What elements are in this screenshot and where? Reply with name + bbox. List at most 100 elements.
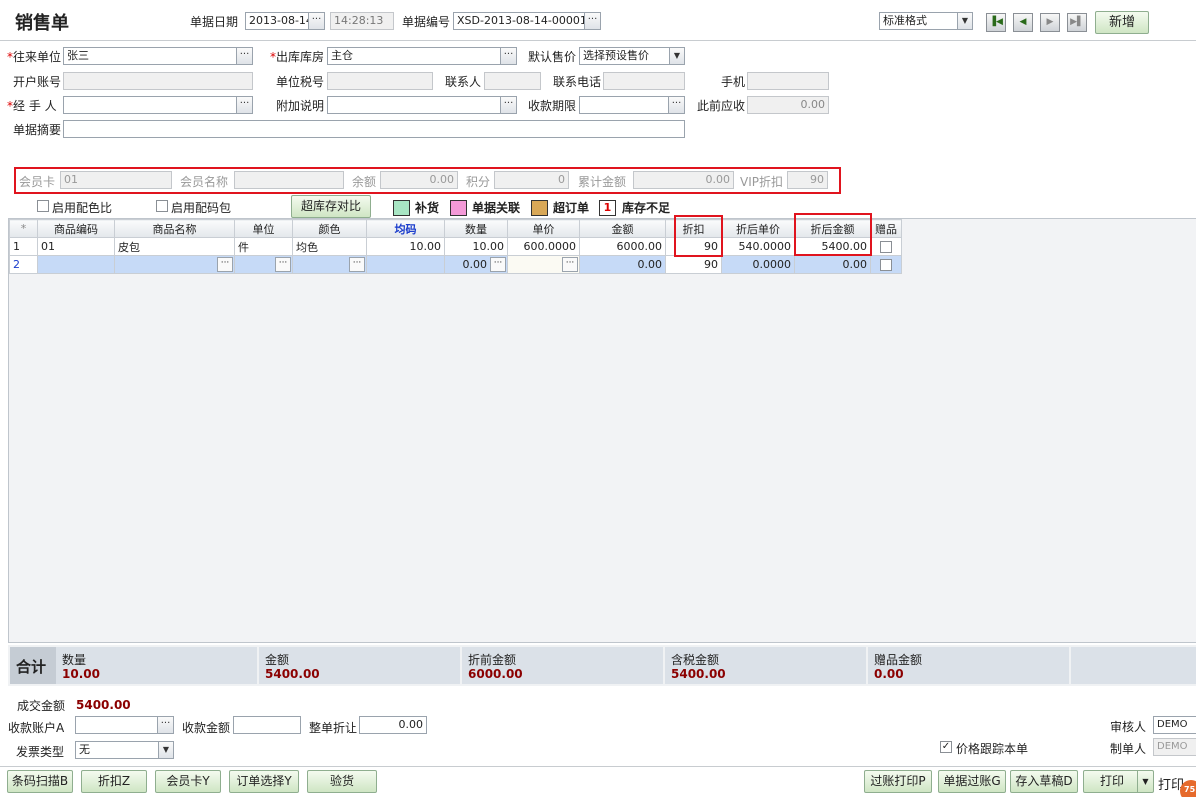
acct-browse-button[interactable]: ···	[157, 717, 173, 733]
pre-total-label: 折前金额	[468, 653, 517, 667]
cell-color[interactable]: ···	[292, 255, 367, 274]
barcode-scan-button[interactable]: 条码扫描B	[7, 770, 73, 793]
col-header[interactable]: 赠品	[870, 219, 902, 238]
docno-browse-button[interactable]: ···	[584, 13, 600, 29]
cell-code[interactable]	[37, 255, 115, 274]
tax-total-label: 含税金额	[671, 653, 720, 667]
price-select[interactable]: 选择预设售价 ▼	[579, 47, 685, 65]
chevron-down-icon[interactable]: ▼	[957, 13, 972, 29]
size-pack-checkbox[interactable]	[156, 200, 168, 212]
docno-field[interactable]: XSD-2013-08-14-00001 ···	[453, 12, 601, 30]
name-browse-button[interactable]: ···	[217, 257, 233, 272]
cell-amount[interactable]: 0.00	[579, 255, 666, 274]
cell-qty[interactable]: 0.00 ···	[444, 255, 508, 274]
print-button[interactable]: 打印 ▼	[1083, 770, 1154, 793]
next-record-icon[interactable]: ▶	[1040, 13, 1060, 32]
new-button[interactable]: 新增	[1095, 11, 1149, 34]
cell-unit[interactable]: ···	[234, 255, 293, 274]
cell-disc-price[interactable]: 0.0000	[721, 255, 795, 274]
format-select[interactable]: 标准格式 ▼	[879, 12, 973, 30]
cell-size[interactable]: 10.00	[366, 237, 445, 256]
post-print-button[interactable]: 过账打印P	[864, 770, 932, 793]
table-row[interactable]: 2 ··· ··· ··· 0.00 ··· ··· 0.00 90 0.0000…	[9, 255, 902, 274]
col-header[interactable]: 数量	[444, 219, 508, 238]
maker-label: 制单人	[1110, 742, 1147, 756]
notification-badge[interactable]: 75	[1180, 780, 1196, 797]
recv-field[interactable]	[233, 716, 301, 734]
cell-name[interactable]: ···	[114, 255, 235, 274]
customer-browse-button[interactable]: ···	[236, 48, 252, 64]
color-ratio-checkbox[interactable]	[37, 200, 49, 212]
remark-field[interactable]: ···	[327, 96, 517, 114]
warehouse-field[interactable]: 主仓 ···	[327, 47, 517, 65]
cell-price[interactable]: ···	[507, 255, 580, 274]
save-draft-button[interactable]: 存入草稿D	[1010, 770, 1078, 793]
table-row[interactable]: 1 01 皮包 件 均色 10.00 10.00 600.0000 6000.0…	[9, 237, 902, 256]
col-header[interactable]: 颜色	[292, 219, 367, 238]
cell-qty[interactable]: 10.00	[444, 237, 508, 256]
spare-total-cell	[1071, 647, 1196, 684]
qty-value: 0.00	[462, 258, 488, 271]
col-header[interactable]: 商品名称	[114, 219, 235, 238]
member-card-button[interactable]: 会员卡Y	[155, 770, 221, 793]
handler-browse-button[interactable]: ···	[236, 97, 252, 113]
last-record-icon[interactable]: ▶▌	[1067, 13, 1087, 32]
gift-checkbox[interactable]	[880, 259, 892, 271]
order-select-button[interactable]: 订单选择Y	[229, 770, 299, 793]
qty-total-value: 10.00	[62, 667, 100, 681]
acct-field[interactable]: ···	[75, 716, 174, 734]
col-header[interactable]: 单价	[507, 219, 580, 238]
col-header[interactable]: *	[9, 219, 38, 238]
restock-swatch	[393, 200, 410, 216]
term-browse-button[interactable]: ···	[668, 97, 684, 113]
invoice-select[interactable]: 无 ▼	[75, 741, 174, 759]
date-label: 单据日期	[190, 15, 239, 29]
gift-checkbox[interactable]	[880, 241, 892, 253]
col-header[interactable]: 商品编码	[37, 219, 115, 238]
inspect-button[interactable]: 验货	[307, 770, 377, 793]
prev-record-icon[interactable]: ◀	[1013, 13, 1033, 32]
warehouse-browse-button[interactable]: ···	[500, 48, 516, 64]
discount-button[interactable]: 折扣Z	[81, 770, 147, 793]
date-field[interactable]: 2013-08-14 ···	[245, 12, 325, 30]
chevron-down-icon[interactable]: ▼	[1137, 771, 1153, 792]
col-header[interactable]: 单位	[234, 219, 293, 238]
col-header[interactable]: 金额	[579, 219, 666, 238]
track-checkbox[interactable]: ✓	[940, 741, 952, 753]
col-header[interactable]: 均码	[366, 219, 445, 238]
cell-disc-price[interactable]: 540.0000	[721, 237, 795, 256]
qty-browse-button[interactable]: ···	[490, 257, 506, 272]
customer-field[interactable]: 张三 ···	[63, 47, 253, 65]
cell-gift[interactable]	[870, 255, 902, 274]
cell-price[interactable]: 600.0000	[507, 237, 580, 256]
chevron-down-icon[interactable]: ▼	[158, 742, 173, 758]
date-picker-button[interactable]: ···	[308, 13, 324, 29]
col-header[interactable]: 折后单价	[721, 219, 795, 238]
term-field[interactable]: ···	[579, 96, 685, 114]
pre-total-value: 6000.00	[468, 667, 523, 681]
price-browse-button[interactable]: ···	[562, 257, 578, 272]
items-table[interactable]: * 商品编码 商品名称 单位 颜色 均码 数量 单价 金额 折扣 折后单价 折后…	[9, 219, 902, 274]
summary-field[interactable]	[63, 120, 685, 138]
cell-code[interactable]: 01	[37, 237, 115, 256]
remark-browse-button[interactable]: ···	[500, 97, 516, 113]
cell-size[interactable]	[366, 255, 445, 274]
cell-unit[interactable]: 件	[234, 237, 293, 256]
cell-disc-amount[interactable]: 0.00	[794, 255, 871, 274]
first-record-icon[interactable]: ▐◀	[986, 13, 1006, 32]
color-browse-button[interactable]: ···	[349, 257, 365, 272]
cell-color[interactable]: 均色	[292, 237, 367, 256]
vip-label: VIP折扣	[740, 175, 783, 189]
recv-label: 收款金额	[182, 721, 231, 735]
cell-name[interactable]: 皮包	[114, 237, 235, 256]
chevron-down-icon[interactable]: ▼	[669, 48, 684, 64]
size-pack-label: 启用配码包	[171, 201, 232, 215]
handler-field[interactable]: ···	[63, 96, 253, 114]
overstock-button[interactable]: 超库存对比	[291, 195, 371, 218]
discount-field[interactable]: 0.00	[359, 716, 427, 734]
post-button[interactable]: 单据过账G	[938, 770, 1006, 793]
cell-discount[interactable]: 90	[665, 255, 722, 274]
cell-gift[interactable]	[870, 237, 902, 256]
unit-browse-button[interactable]: ···	[275, 257, 291, 272]
cell-amount[interactable]: 6000.00	[579, 237, 666, 256]
